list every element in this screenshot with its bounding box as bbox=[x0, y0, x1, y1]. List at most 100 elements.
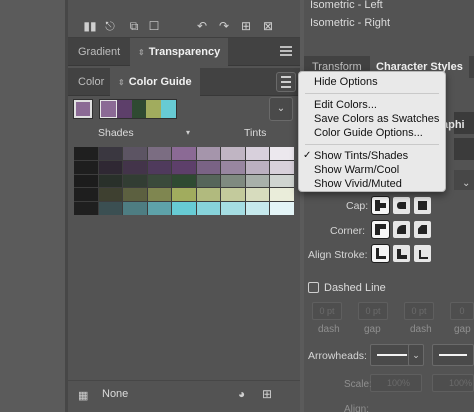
trash-icon[interactable]: ☐ bbox=[146, 18, 162, 34]
variation-swatch[interactable] bbox=[172, 188, 196, 202]
harmony-swatch[interactable] bbox=[131, 100, 147, 118]
menu-item-hide-options[interactable]: Hide Options bbox=[299, 75, 445, 89]
variation-swatch[interactable] bbox=[74, 174, 98, 188]
variation-swatch[interactable] bbox=[245, 188, 270, 202]
end-arrowhead-select[interactable] bbox=[432, 344, 474, 366]
link-icon[interactable]: ⎋ bbox=[102, 18, 118, 34]
variation-swatch[interactable] bbox=[172, 174, 196, 188]
align-inside-button[interactable] bbox=[393, 245, 410, 262]
rotate-icon[interactable]: ↶ bbox=[194, 18, 210, 34]
miter-join-button[interactable] bbox=[371, 220, 390, 239]
rotate-back-icon[interactable]: ↷ bbox=[216, 18, 232, 34]
variation-swatch[interactable] bbox=[245, 174, 270, 188]
panel-menu-icon[interactable] bbox=[280, 46, 292, 56]
variation-swatch[interactable] bbox=[221, 202, 245, 215]
dash-field-1[interactable]: 0 pt bbox=[312, 302, 342, 320]
menu-item-save-swatches[interactable]: Save Colors as Swatches bbox=[299, 112, 445, 126]
harmony-swatch[interactable] bbox=[116, 100, 132, 118]
save-group-icon[interactable]: ⊞ bbox=[262, 387, 272, 401]
align-outside-button[interactable] bbox=[414, 245, 431, 262]
round-cap-button[interactable] bbox=[393, 197, 410, 214]
variation-swatch[interactable] bbox=[123, 160, 147, 174]
dash-field-2[interactable]: 0 pt bbox=[404, 302, 434, 320]
variation-swatch[interactable] bbox=[74, 160, 98, 174]
variation-swatch[interactable] bbox=[98, 160, 123, 174]
variation-swatch[interactable] bbox=[270, 188, 294, 202]
menu-item-tints-shades[interactable]: ✓ Show Tints/Shades bbox=[299, 149, 445, 163]
variation-swatch[interactable] bbox=[74, 202, 98, 215]
harmony-swatch[interactable] bbox=[161, 100, 176, 118]
bevel-join-button[interactable] bbox=[414, 221, 431, 238]
start-arrowhead-dropdown[interactable]: ⌄ bbox=[408, 344, 424, 366]
variation-swatch[interactable] bbox=[147, 160, 172, 174]
variation-swatch[interactable] bbox=[196, 147, 221, 160]
variation-swatch[interactable] bbox=[221, 174, 245, 188]
color-guide-menu-button[interactable] bbox=[276, 72, 296, 92]
dashed-line-checkbox[interactable] bbox=[308, 282, 319, 293]
start-scale-field[interactable]: 100% bbox=[370, 374, 422, 392]
new-layer-icon[interactable]: ⊞ bbox=[238, 18, 254, 34]
variation-swatch[interactable] bbox=[172, 147, 196, 160]
variation-swatch[interactable] bbox=[270, 174, 294, 188]
gap-field-2[interactable]: 0 bbox=[450, 302, 474, 320]
variation-swatch[interactable] bbox=[270, 202, 294, 215]
round-join-button[interactable] bbox=[393, 221, 410, 238]
menu-item-warm-cool[interactable]: Show Warm/Cool bbox=[299, 163, 445, 177]
variation-swatch[interactable] bbox=[147, 188, 172, 202]
variation-swatch[interactable] bbox=[245, 202, 270, 215]
tab-color[interactable]: Color bbox=[70, 68, 112, 96]
menu-item-edit-colors[interactable]: Edit Colors... bbox=[299, 98, 445, 112]
edit-colors-icon[interactable]: ◕ bbox=[238, 387, 245, 401]
variation-swatch[interactable] bbox=[98, 147, 123, 160]
variation-swatch[interactable] bbox=[196, 174, 221, 188]
variation-swatch[interactable] bbox=[98, 188, 123, 202]
list-item[interactable]: Isometric - Right bbox=[310, 17, 390, 29]
duplicate-icon[interactable]: ⧉ bbox=[126, 18, 142, 34]
variation-swatch[interactable] bbox=[270, 147, 294, 160]
variation-swatch[interactable] bbox=[172, 202, 196, 215]
variation-swatch[interactable] bbox=[123, 202, 147, 215]
delete-icon[interactable]: ⊠ bbox=[260, 18, 276, 34]
projecting-cap-button[interactable] bbox=[414, 197, 431, 214]
harmony-swatch[interactable] bbox=[146, 100, 162, 118]
chevron-down-icon[interactable]: ⌄ bbox=[462, 178, 474, 189]
tab-gradient[interactable]: Gradient bbox=[70, 38, 128, 66]
harmony-colors[interactable] bbox=[99, 99, 177, 119]
harmony-swatch[interactable] bbox=[100, 100, 117, 118]
end-scale-field[interactable]: 100% bbox=[432, 374, 474, 392]
variation-swatch[interactable] bbox=[196, 160, 221, 174]
tab-transparency[interactable]: ⇕ Transparency bbox=[130, 38, 229, 66]
base-color-swatch[interactable] bbox=[73, 99, 93, 119]
variations-grid[interactable] bbox=[74, 147, 294, 215]
variation-swatch[interactable] bbox=[123, 147, 147, 160]
align-center-button[interactable] bbox=[371, 244, 390, 263]
swatch-library-icon[interactable]: ▦ bbox=[78, 389, 88, 402]
variation-swatch[interactable] bbox=[221, 188, 245, 202]
variation-swatch[interactable] bbox=[123, 188, 147, 202]
variation-swatch[interactable] bbox=[147, 147, 172, 160]
variation-swatch[interactable] bbox=[147, 202, 172, 215]
list-item[interactable]: Isometric - Left bbox=[310, 0, 383, 11]
variation-swatch[interactable] bbox=[196, 188, 221, 202]
variation-swatch[interactable] bbox=[74, 147, 98, 160]
menu-item-options[interactable]: Color Guide Options... bbox=[299, 126, 445, 140]
variation-swatch[interactable] bbox=[221, 147, 245, 160]
variation-swatch[interactable] bbox=[147, 174, 172, 188]
variation-swatch[interactable] bbox=[74, 188, 98, 202]
butt-cap-button[interactable] bbox=[371, 196, 390, 215]
variation-swatch[interactable] bbox=[123, 174, 147, 188]
variation-swatch[interactable] bbox=[221, 160, 245, 174]
menu-item-vivid-muted[interactable]: Show Vivid/Muted bbox=[299, 177, 445, 191]
variation-swatch[interactable] bbox=[270, 160, 294, 174]
harmony-rules-dropdown[interactable]: ⌄ bbox=[269, 97, 293, 121]
variation-swatch[interactable] bbox=[196, 202, 221, 215]
variation-swatch[interactable] bbox=[172, 160, 196, 174]
distribute-icon[interactable]: ▮▮ bbox=[82, 18, 98, 34]
caret-down-icon[interactable]: ▾ bbox=[186, 128, 190, 137]
tab-color-guide[interactable]: ⇕ Color Guide bbox=[110, 68, 200, 96]
gap-field-1[interactable]: 0 pt bbox=[358, 302, 388, 320]
variation-swatch[interactable] bbox=[245, 160, 270, 174]
variation-swatch[interactable] bbox=[245, 147, 270, 160]
variation-swatch[interactable] bbox=[98, 174, 123, 188]
variation-swatch[interactable] bbox=[98, 202, 123, 215]
